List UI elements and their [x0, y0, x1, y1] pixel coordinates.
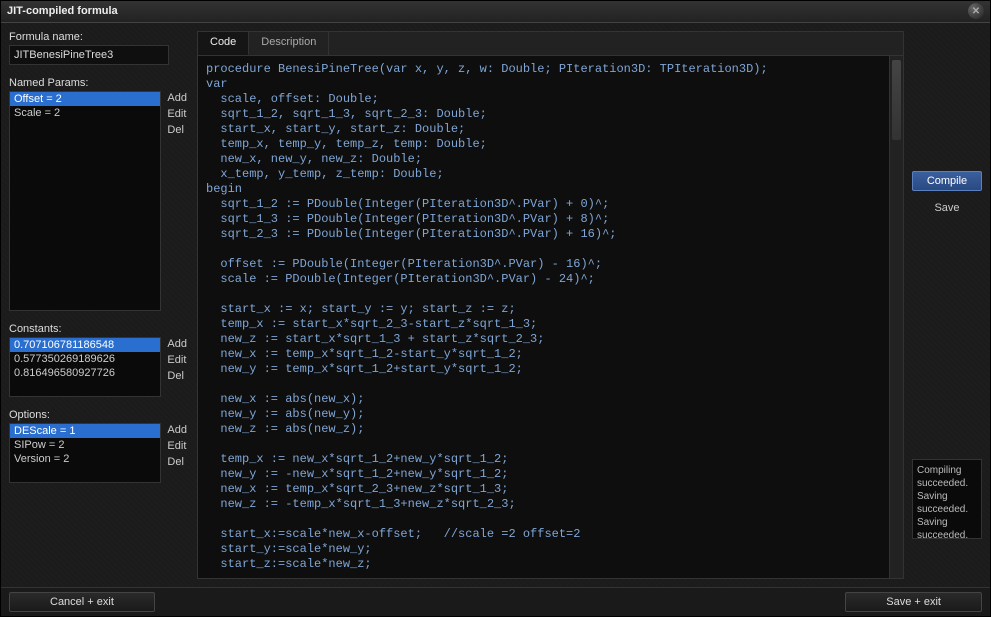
cancel-exit-button[interactable]: Cancel + exit	[9, 592, 155, 613]
titlebar: JIT-compiled formula ✕	[1, 1, 990, 23]
save-exit-button[interactable]: Save + exit	[845, 592, 982, 613]
list-item[interactable]: SIPow = 2	[10, 438, 160, 452]
tab-code[interactable]: Code	[198, 32, 249, 55]
tabs: Code Description	[198, 32, 903, 56]
list-item[interactable]: Offset = 2	[10, 92, 160, 106]
list-item[interactable]: 0.816496580927726	[10, 366, 160, 380]
constants-add-button[interactable]: Add	[165, 337, 189, 351]
named-params-list[interactable]: Offset = 2Scale = 2	[9, 91, 161, 311]
window-title: JIT-compiled formula	[7, 5, 118, 17]
list-item[interactable]: DEScale = 1	[10, 424, 160, 438]
list-item[interactable]: Version = 2	[10, 452, 160, 466]
params-edit-button[interactable]: Edit	[165, 107, 189, 121]
constants-section: Constants: 0.7071067811865480.5773502691…	[9, 323, 189, 397]
formula-name-section: Formula name:	[9, 31, 189, 65]
body: Formula name: Named Params: Offset = 2Sc…	[1, 23, 990, 587]
formula-name-label: Formula name:	[9, 31, 189, 43]
params-add-button[interactable]: Add	[165, 91, 189, 105]
options-section: Options: DEScale = 1SIPow = 2Version = 2…	[9, 409, 189, 483]
editor-panel: Code Description procedure BenesiPineTre…	[197, 31, 904, 579]
constants-label: Constants:	[9, 323, 189, 335]
options-list[interactable]: DEScale = 1SIPow = 2Version = 2	[9, 423, 161, 483]
named-params-label: Named Params:	[9, 77, 189, 89]
window: JIT-compiled formula ✕ Formula name: Nam…	[0, 0, 991, 617]
list-item[interactable]: 0.577350269189626	[10, 352, 160, 366]
footer: Cancel + exit Save + exit	[1, 587, 990, 617]
options-del-button[interactable]: Del	[165, 455, 189, 469]
constants-del-button[interactable]: Del	[165, 369, 189, 383]
list-item[interactable]: 0.707106781186548	[10, 338, 160, 352]
save-button[interactable]: Save	[912, 199, 982, 217]
options-add-button[interactable]: Add	[165, 423, 189, 437]
named-params-section: Named Params: Offset = 2Scale = 2 Add Ed…	[9, 77, 189, 311]
compile-button[interactable]: Compile	[912, 171, 982, 191]
vertical-scrollbar[interactable]	[889, 56, 903, 578]
list-item[interactable]: Scale = 2	[10, 106, 160, 120]
status-log: Compiling succeeded. Saving succeeded. S…	[912, 459, 982, 539]
left-panel: Formula name: Named Params: Offset = 2Sc…	[9, 31, 189, 579]
close-icon[interactable]: ✕	[968, 3, 984, 19]
constants-list[interactable]: 0.7071067811865480.5773502691896260.8164…	[9, 337, 161, 397]
code-content[interactable]: procedure BenesiPineTree(var x, y, z, w:…	[198, 56, 903, 578]
right-panel: Compile Save Compiling succeeded. Saving…	[912, 31, 982, 579]
params-del-button[interactable]: Del	[165, 123, 189, 137]
constants-edit-button[interactable]: Edit	[165, 353, 189, 367]
tab-description[interactable]: Description	[249, 32, 329, 55]
formula-name-input[interactable]	[9, 45, 169, 65]
options-label: Options:	[9, 409, 189, 421]
code-editor[interactable]: procedure BenesiPineTree(var x, y, z, w:…	[198, 56, 903, 578]
scrollbar-thumb[interactable]	[892, 60, 901, 140]
options-edit-button[interactable]: Edit	[165, 439, 189, 453]
